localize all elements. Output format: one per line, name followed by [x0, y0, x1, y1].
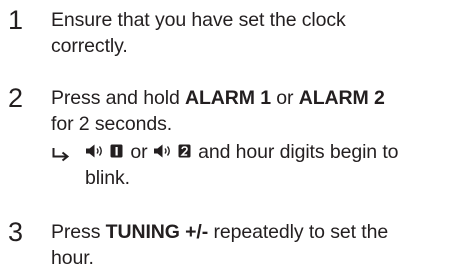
result-arrow-icon — [52, 148, 70, 162]
text-segment: Press — [51, 221, 106, 243]
step-text: Press TUNING +/- repeatedly to set the h… — [51, 219, 446, 271]
text-segment: repeatedly to set the — [208, 221, 389, 243]
step-text-line-2: hour. — [51, 247, 94, 269]
step-text-line-2: for 2 seconds. — [51, 113, 173, 135]
result-text: or and hour digits begin to blink. — [85, 139, 445, 191]
alarm-2-icon — [178, 144, 191, 158]
step-text: Ensure that you have set the clock corre… — [51, 7, 446, 59]
step-text-line-2: correctly. — [51, 35, 128, 57]
text-segment: Press and hold — [51, 87, 186, 109]
step-text-line-1: Press and hold ALARM 1 or ALARM 2 — [51, 85, 446, 111]
step-number: 1 — [8, 5, 24, 35]
alarm-1-icon — [110, 144, 123, 158]
alarm-speaker-icon — [86, 144, 102, 158]
alarm-speaker-icon — [153, 144, 170, 158]
step-number: 3 — [8, 217, 24, 247]
tuning-button-label: TUNING +/- — [105, 221, 209, 243]
separator-text: or — [125, 141, 153, 163]
step-text: Press and hold ALARM 1 or ALARM 2 for 2 … — [51, 85, 446, 137]
step-number: 2 — [8, 83, 24, 113]
alarm-1-button-label: ALARM 1 — [185, 87, 271, 109]
result-line-1: or and hour digits begin to — [85, 139, 445, 165]
result-line-2: blink. — [85, 167, 130, 189]
step-text-line-1: Ensure that you have set the clock — [51, 9, 346, 31]
alarm-2-button-label: ALARM 2 — [298, 87, 385, 109]
text-segment: or — [270, 87, 299, 109]
result-line-1-tail: and hour digits begin to — [192, 141, 399, 163]
step-text-line-1: Press TUNING +/- repeatedly to set the — [51, 219, 446, 245]
